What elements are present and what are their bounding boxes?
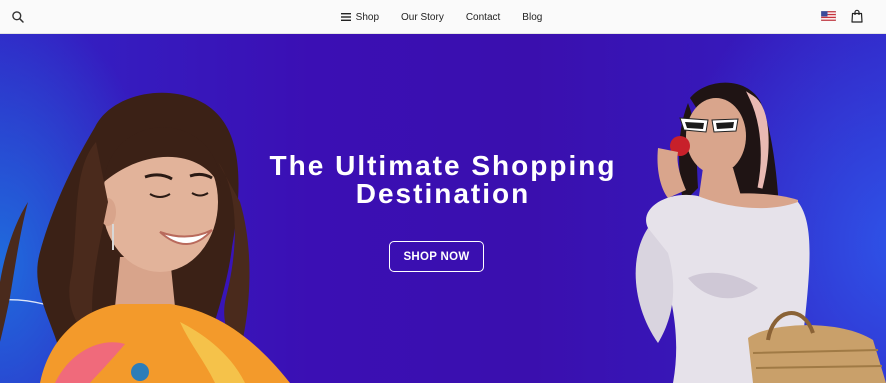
us-flag-icon[interactable] xyxy=(821,11,836,21)
hero-banner: The Ultimate Shopping Destination SHOP N… xyxy=(0,34,886,383)
hero-title-line-2: Destination xyxy=(355,178,531,209)
nav-item-label: Blog xyxy=(522,11,543,23)
nav-item-shop[interactable]: Shop xyxy=(340,11,380,23)
nav-item-label: Our Story xyxy=(401,11,444,23)
smiling-woman-photo xyxy=(0,92,290,383)
nav-item-label: Contact xyxy=(465,11,501,23)
shop-now-button[interactable]: SHOP NOW xyxy=(389,241,484,272)
top-navigation-bar: Shop Our Story Contact Blog xyxy=(0,0,886,34)
nav-item-our-story[interactable]: Our Story xyxy=(401,12,444,23)
nav-item-contact[interactable]: Contact xyxy=(466,12,500,23)
hero-title-line-1: The Ultimate Shopping xyxy=(269,150,617,181)
nav-item-label: Shop xyxy=(355,11,380,23)
hero-title: The Ultimate Shopping Destination xyxy=(0,152,886,208)
shopping-bag-icon[interactable] xyxy=(851,9,863,23)
woman-with-sunglasses-photo xyxy=(635,82,886,383)
main-navigation: Shop Our Story Contact Blog xyxy=(0,0,886,34)
nav-item-blog[interactable]: Blog xyxy=(522,12,542,23)
menu-icon xyxy=(340,13,351,21)
